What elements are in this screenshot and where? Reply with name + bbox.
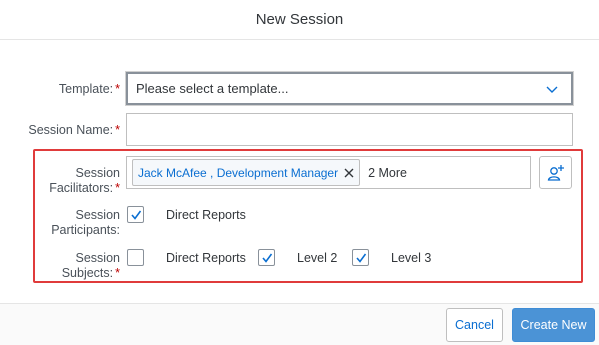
checkmark-icon — [262, 253, 273, 263]
checkmark-icon — [356, 253, 367, 263]
subjects-level-3-label: Level 3 — [391, 251, 432, 265]
facilitator-token[interactable]: Jack McAfee , Development Manager — [132, 159, 361, 186]
subjects-level-3-checkbox[interactable] — [352, 249, 369, 266]
subjects-level-2-label: Level 2 — [297, 251, 338, 265]
session-name-input[interactable] — [126, 113, 573, 146]
create-new-button[interactable]: Create New — [512, 308, 595, 342]
template-select[interactable]: Please select a template... — [126, 72, 573, 105]
facilitator-token-label: Jack McAfee , Development Manager — [138, 165, 339, 180]
participants-label: Session Participants: — [51, 208, 120, 237]
checkmark-icon — [131, 210, 142, 220]
chevron-down-icon — [546, 86, 558, 93]
add-facilitator-button[interactable] — [539, 156, 572, 189]
dialog-header: New Session — [0, 0, 599, 40]
subjects-level-2-checkbox[interactable] — [258, 249, 275, 266]
dialog-footer — [0, 303, 599, 345]
cancel-button[interactable]: Cancel — [446, 308, 503, 342]
dialog-title: New Session — [255, 11, 344, 28]
facilitators-input[interactable]: Jack McAfee , Development Manager 2 More — [126, 156, 531, 189]
subjects-direct-reports-checkbox[interactable] — [127, 249, 144, 266]
more-facilitators-link[interactable]: 2 More — [368, 166, 407, 180]
participants-direct-reports-checkbox[interactable] — [127, 206, 144, 223]
close-icon[interactable] — [344, 168, 354, 178]
facilitators-label: Session Facilitators: * — [49, 166, 120, 195]
subjects-direct-reports-label: Direct Reports — [166, 251, 246, 265]
session-name-label: Session Name: * — [28, 123, 120, 137]
participants-direct-reports-label: Direct Reports — [166, 208, 246, 222]
template-select-value: Please select a template... — [136, 81, 289, 96]
template-label: Template: * — [58, 82, 120, 96]
add-person-icon — [547, 164, 564, 181]
subjects-label: Session Subjects: * — [61, 251, 120, 280]
